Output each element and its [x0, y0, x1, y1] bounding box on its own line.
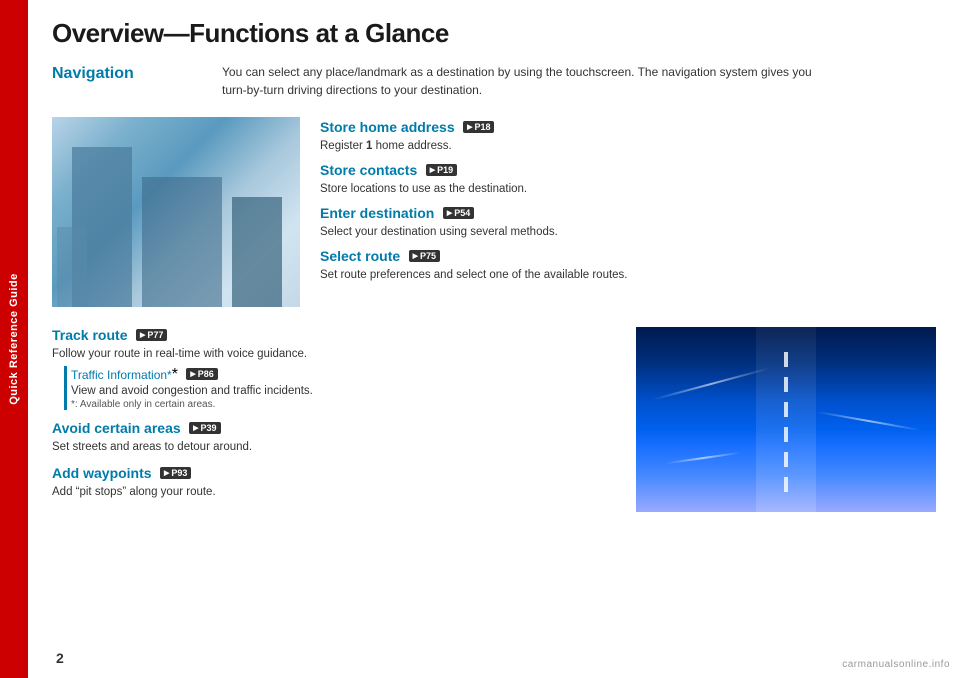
page-title: Overview—Functions at a Glance [52, 18, 936, 49]
lower-features-list: Track route P77 Follow your route in rea… [52, 327, 616, 512]
feature-store-contacts-badge: P19 [426, 164, 457, 176]
feature-track-route-badge: P77 [136, 329, 167, 341]
building-decoration-1 [232, 197, 282, 307]
feature-add-waypoints-desc: Add “pit stops” along your route. [52, 484, 616, 500]
sub-feature-traffic: Traffic Information** P86 View and avoid… [64, 366, 616, 410]
navigation-section: Navigation You can select any place/land… [52, 63, 936, 99]
upper-row: Store home address P18 Register 1 home a… [52, 117, 936, 307]
watermark: carmanualsonline.info [842, 659, 950, 670]
feature-track-route-desc: Follow your route in real-time with voic… [52, 346, 616, 362]
feature-avoid-areas-title: Avoid certain areas [52, 420, 181, 436]
feature-store-home-badge: P18 [463, 121, 494, 133]
feature-avoid-areas-desc: Set streets and areas to detour around. [52, 439, 616, 455]
feature-store-contacts: Store contacts P19 Store locations to us… [320, 162, 936, 197]
feature-select-route-desc: Set route preferences and select one of … [320, 267, 936, 283]
feature-add-waypoints-badge: P93 [160, 467, 191, 479]
feature-store-contacts-desc: Store locations to use as the destinatio… [320, 181, 936, 197]
page-number: 2 [56, 650, 64, 666]
feature-select-route: Select route P75 Set route preferences a… [320, 248, 936, 283]
sub-feature-traffic-note: *: Available only in certain areas. [71, 399, 616, 410]
sub-feature-traffic-title: Traffic Information* [71, 368, 172, 382]
feature-enter-destination: Enter destination P54 Select your destin… [320, 205, 936, 240]
feature-avoid-areas-badge: P39 [189, 422, 220, 434]
sidebar-label: Quick Reference Guide [8, 273, 20, 405]
feature-store-home: Store home address P18 Register 1 home a… [320, 119, 936, 154]
feature-add-waypoints-title: Add waypoints [52, 465, 152, 481]
lower-row: Track route P77 Follow your route in rea… [52, 327, 936, 512]
navigation-label: Navigation [52, 63, 222, 99]
navigation-description: You can select any place/landmark as a d… [222, 63, 936, 99]
feature-store-home-title: Store home address [320, 119, 455, 135]
feature-store-contacts-title: Store contacts [320, 162, 417, 178]
feature-enter-destination-desc: Select your destination using several me… [320, 224, 936, 240]
sub-feature-traffic-badge: P86 [186, 368, 217, 380]
building-image [52, 117, 300, 307]
sidebar: Quick Reference Guide [0, 0, 28, 678]
feature-avoid-areas: Avoid certain areas P39 Set streets and … [52, 420, 616, 455]
feature-track-route: Track route P77 Follow your route in rea… [52, 327, 616, 410]
feature-store-home-desc: Register 1 home address. [320, 138, 936, 154]
feature-enter-destination-title: Enter destination [320, 205, 434, 221]
main-content: Overview—Functions at a Glance Navigatio… [28, 0, 960, 678]
feature-add-waypoints: Add waypoints P93 Add “pit stops” along … [52, 465, 616, 500]
road-image [636, 327, 936, 512]
road-streak-2 [817, 410, 921, 430]
feature-select-route-title: Select route [320, 248, 400, 264]
sub-feature-traffic-desc: View and avoid congestion and traffic in… [71, 385, 616, 397]
upper-features-list: Store home address P18 Register 1 home a… [320, 117, 936, 307]
road-streak-3 [666, 451, 741, 463]
feature-enter-destination-badge: P54 [443, 207, 474, 219]
building-decoration-2 [57, 227, 87, 307]
feature-track-route-title: Track route [52, 327, 127, 343]
road-streak-1 [653, 367, 769, 400]
feature-select-route-badge: P75 [409, 250, 440, 262]
